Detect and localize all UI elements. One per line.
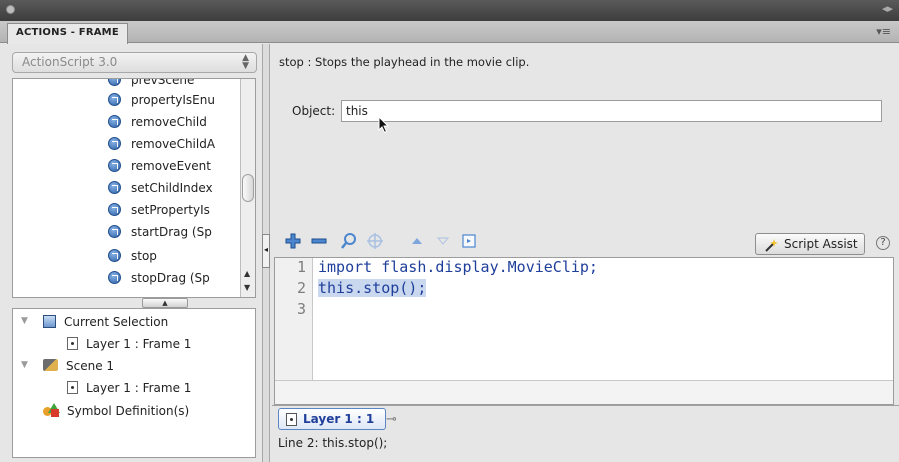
object-label: Object: xyxy=(292,104,336,118)
scroll-down-icon[interactable]: ▼ xyxy=(244,283,250,292)
add-statement-icon[interactable] xyxy=(284,232,302,252)
tab-layer-1[interactable]: Layer 1 : 1 xyxy=(278,408,386,430)
help-icon[interactable]: ? xyxy=(876,236,890,250)
magic-wand-icon xyxy=(765,239,778,252)
selected-code[interactable]: this.stop(); xyxy=(318,279,427,297)
tree-row-layer[interactable]: Layer 1 : Frame 1 xyxy=(67,381,191,401)
list-item-label: removeChild xyxy=(131,115,207,129)
list-item[interactable]: propertyIsEnu xyxy=(108,93,215,113)
list-item-label: stopDrag (Sp xyxy=(131,271,210,285)
list-item[interactable]: removeChild xyxy=(108,115,207,135)
method-icon xyxy=(108,159,121,172)
tree-row-label: Layer 1 : Frame 1 xyxy=(86,381,192,395)
list-item-label: startDrag (Sp xyxy=(131,225,212,239)
list-item[interactable]: setChildIndex xyxy=(108,181,213,201)
tree-row-label: Layer 1 : Frame 1 xyxy=(86,337,192,351)
code-line-selected[interactable]: this.stop(); xyxy=(318,279,598,300)
move-up-icon[interactable] xyxy=(410,232,424,252)
list-item[interactable]: removeChildA xyxy=(108,137,215,157)
line-number-gutter: 1 2 3 xyxy=(275,258,313,380)
actions-toolbox: prevScene propertyIsEnu removeChild remo… xyxy=(12,78,256,298)
method-icon xyxy=(108,137,121,150)
collapse-arrows-icon[interactable]: ◂▸ xyxy=(882,2,893,15)
line-status: Line 2: this.stop(); xyxy=(278,436,388,450)
disclosure-triangle-icon[interactable]: ▼ xyxy=(21,316,28,326)
script-navigator: ▼ Current Selection Layer 1 : Frame 1 ▼ … xyxy=(12,308,256,458)
close-icon[interactable] xyxy=(6,5,15,14)
scene-icon xyxy=(43,359,58,371)
tree-row-label: Scene 1 xyxy=(66,359,115,373)
scroll-up-icon[interactable]: ▲ xyxy=(244,269,250,278)
list-item[interactable]: setPropertyIs xyxy=(108,203,210,223)
assist-description: stop : Stops the playhead in the movie c… xyxy=(279,55,530,69)
pane-splitter-handle[interactable]: ▲ xyxy=(142,298,188,308)
tree-row-current-selection[interactable]: ▼ Current Selection xyxy=(21,315,168,335)
method-icon xyxy=(108,203,121,216)
collapse-left-pane-button[interactable]: ◂ xyxy=(262,234,270,268)
method-icon xyxy=(108,271,121,284)
mouse-pointer-icon xyxy=(378,116,390,134)
pin-script-icon[interactable]: ⊸ xyxy=(386,412,397,427)
method-icon xyxy=(108,79,121,86)
list-item[interactable]: prevScene xyxy=(108,78,195,93)
tab-actions-frame[interactable]: ACTIONS - FRAME xyxy=(7,23,128,44)
code-editor[interactable]: 1 2 3 import flash.display.MovieClip; th… xyxy=(274,257,894,405)
object-field[interactable]: this xyxy=(341,100,882,122)
panel-menu-icon[interactable]: ▾≡ xyxy=(876,25,891,38)
list-item[interactable]: stopDrag (Sp xyxy=(108,271,210,291)
insert-target-path-icon[interactable] xyxy=(366,232,384,252)
delete-statement-icon[interactable] xyxy=(311,232,327,252)
list-item-label: propertyIsEnu xyxy=(131,93,215,107)
scrollbar-thumb[interactable] xyxy=(242,174,254,202)
tree-row-scene[interactable]: ▼ Scene 1 xyxy=(21,359,114,379)
tab-layer-label: Layer 1 : 1 xyxy=(303,412,375,426)
list-item[interactable]: startDrag (Sp xyxy=(108,225,212,245)
editor-horizontal-scrollbar[interactable] xyxy=(275,380,893,404)
language-select-value: ActionScript 3.0 xyxy=(22,55,118,69)
script-assist-button[interactable]: Script Assist xyxy=(755,233,865,255)
line-number: 2 xyxy=(296,279,306,297)
layer-frame-icon xyxy=(286,413,297,426)
method-icon xyxy=(108,225,121,238)
list-item-label: removeChildA xyxy=(131,137,216,151)
tree-row-layer[interactable]: Layer 1 : Frame 1 xyxy=(67,337,191,357)
move-down-icon[interactable] xyxy=(436,232,450,252)
tree-row-symbols[interactable]: Symbol Definition(s) xyxy=(43,403,189,423)
layer-frame-icon xyxy=(67,337,78,350)
language-select[interactable]: ActionScript 3.0 ▲ ▼ xyxy=(12,52,257,73)
tree-row-label: Symbol Definition(s) xyxy=(67,404,190,418)
panel-tabbar: ACTIONS - FRAME ▾≡ xyxy=(0,21,899,44)
code-line[interactable]: import flash.display.MovieClip; xyxy=(318,258,598,279)
tree-row-label: Current Selection xyxy=(64,315,169,329)
panel-titlebar[interactable]: ◂▸ xyxy=(0,0,899,21)
method-icon xyxy=(108,249,121,262)
find-icon[interactable] xyxy=(340,232,358,252)
select-arrows-icon: ▲ ▼ xyxy=(242,53,249,71)
disclosure-triangle-icon[interactable]: ▼ xyxy=(21,360,28,370)
list-item[interactable]: removeEvent xyxy=(108,159,211,179)
line-number: 1 xyxy=(296,258,306,276)
code-lines[interactable]: import flash.display.MovieClip; this.sto… xyxy=(318,258,598,321)
symbol-definitions-icon xyxy=(43,403,60,417)
line-number: 3 xyxy=(296,300,306,318)
list-item-label: setChildIndex xyxy=(131,181,213,195)
toolbox-scrollbar[interactable]: ▲ ▼ xyxy=(240,79,255,297)
actions-panel: ◂▸ ACTIONS - FRAME ▾≡ ActionScript 3.0 ▲… xyxy=(0,0,899,462)
method-icon xyxy=(108,181,121,194)
method-icon xyxy=(108,115,121,128)
script-assist-label: Script Assist xyxy=(784,237,858,251)
layer-frame-icon xyxy=(67,381,78,394)
list-item-label: prevScene xyxy=(131,78,195,87)
list-item[interactable]: stop xyxy=(108,249,157,269)
selection-icon xyxy=(43,315,56,328)
method-icon xyxy=(108,93,121,106)
list-item-label: stop xyxy=(131,249,157,263)
list-item-label: removeEvent xyxy=(131,159,211,173)
list-item-label: setPropertyIs xyxy=(131,203,210,217)
debug-options-icon[interactable] xyxy=(461,232,477,252)
code-line[interactable] xyxy=(318,300,598,321)
